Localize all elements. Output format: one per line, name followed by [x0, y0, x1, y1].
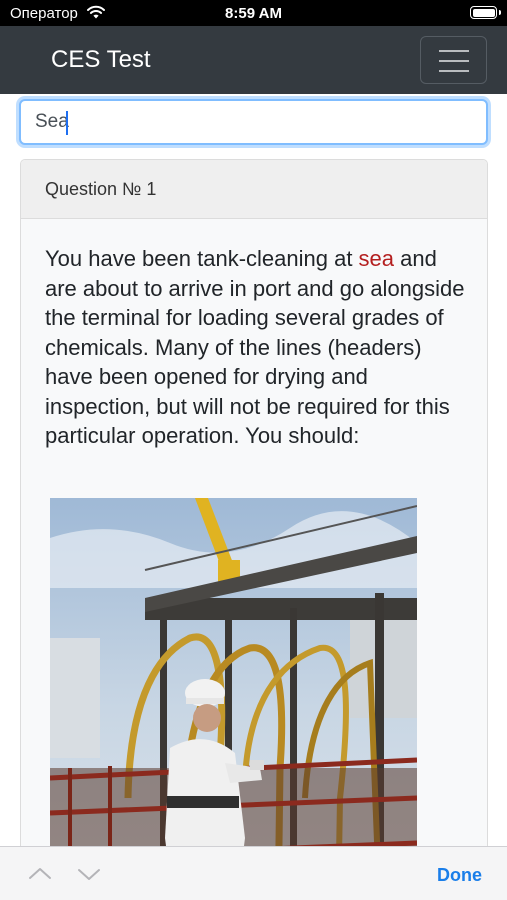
- done-button[interactable]: Done: [437, 865, 482, 886]
- search-input[interactable]: [19, 99, 488, 145]
- keyboard-toolbar: Done: [0, 846, 507, 900]
- status-bar: Оператор 8:59 AM: [0, 0, 507, 26]
- text-cursor: [66, 111, 68, 135]
- hamburger-menu-icon: [439, 50, 469, 52]
- chevron-down-icon[interactable]: [76, 861, 102, 887]
- battery-icon: [470, 6, 501, 19]
- question-image: [50, 498, 417, 900]
- chevron-up-icon[interactable]: [27, 861, 53, 887]
- menu-toggle-button[interactable]: [420, 36, 487, 84]
- question-header: Question № 1: [21, 160, 487, 219]
- search-highlight: sea: [358, 246, 395, 271]
- question-card: Question № 1 You have been tank-cleaning…: [20, 159, 488, 900]
- status-time: 8:59 AM: [225, 5, 282, 22]
- app-brand[interactable]: CES Test: [51, 46, 151, 74]
- question-text: You have been tank-cleaning at sea and a…: [45, 246, 465, 448]
- navbar: CES Test: [0, 26, 507, 94]
